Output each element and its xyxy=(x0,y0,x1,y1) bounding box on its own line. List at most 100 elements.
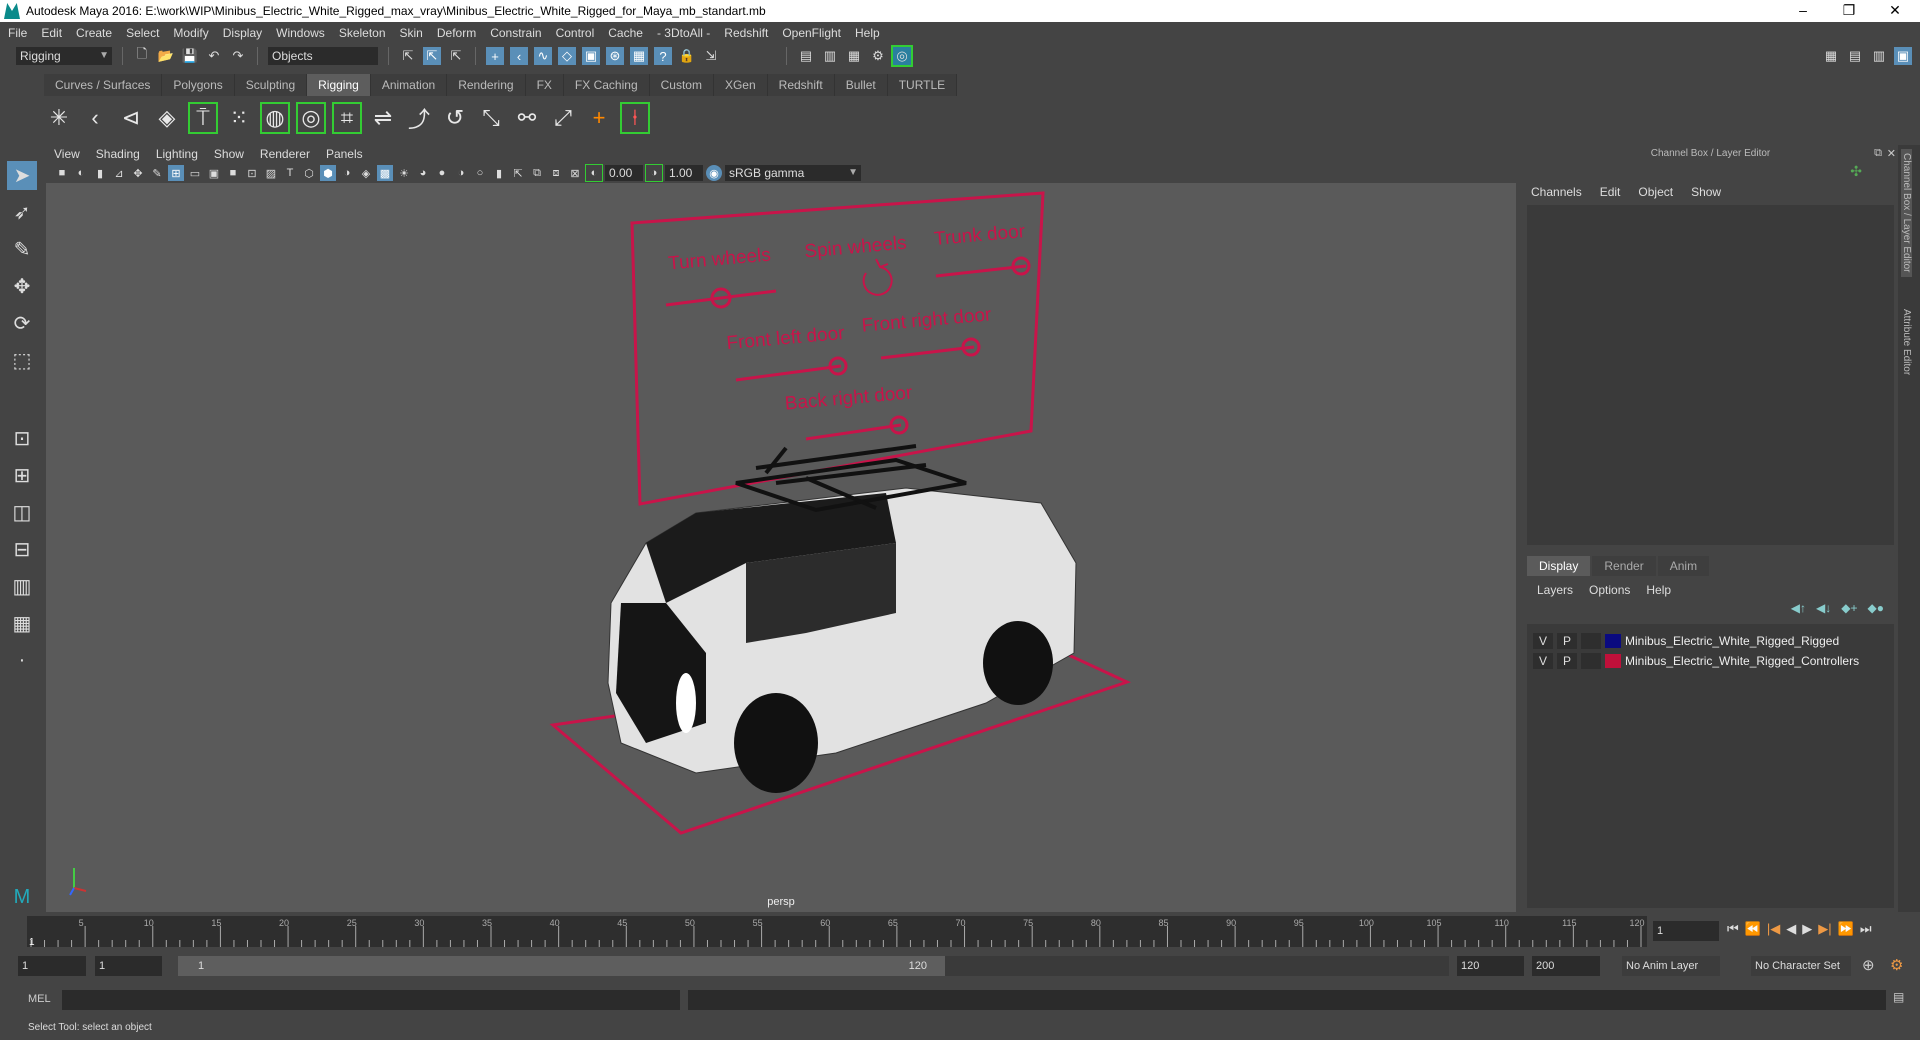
motion-blur-icon[interactable]: ◑ xyxy=(453,165,469,181)
side-tab-attribute-editor[interactable]: Attribute Editor xyxy=(1901,305,1912,379)
layer-name[interactable]: Minibus_Electric_White_Rigged_Controller… xyxy=(1625,654,1859,668)
tool-settings-toggle-icon[interactable]: ▥ xyxy=(1870,47,1888,65)
wireframe-icon[interactable]: ⬡ xyxy=(301,165,317,181)
layer-tab-render[interactable]: Render xyxy=(1592,556,1656,576)
shelf-tab[interactable]: TURTLE xyxy=(887,74,958,96)
panel-menu-lighting[interactable]: Lighting xyxy=(156,147,198,161)
modeling-toolkit-icon[interactable]: ▦ xyxy=(1822,47,1840,65)
snap-grid-icon[interactable]: + xyxy=(486,47,504,65)
view-transform-dropdown[interactable]: sRGB gamma ▼ xyxy=(725,165,861,181)
shelf-tab[interactable]: XGen xyxy=(713,74,768,96)
manipulator-icon[interactable]: ✣ xyxy=(1850,163,1862,180)
make-live-icon[interactable]: ▦ xyxy=(630,47,648,65)
camera-attributes-icon[interactable]: ◐ xyxy=(73,165,89,181)
menu-create[interactable]: Create xyxy=(76,26,112,40)
new-scene-icon[interactable]: 🗋 xyxy=(133,46,151,65)
attribute-editor-toggle-icon[interactable]: ▤ xyxy=(1846,47,1864,65)
shadows-icon[interactable]: ◕ xyxy=(415,165,431,181)
layer-row[interactable]: V P Minibus_Electric_White_Rigged_Rigged xyxy=(1533,632,1839,650)
color-management-icon[interactable]: ◉ xyxy=(706,165,722,181)
exposure-field[interactable]: 0.00 xyxy=(605,165,643,181)
shelf-tab[interactable]: Sculpting xyxy=(234,74,308,96)
menu-file[interactable]: File xyxy=(8,26,27,40)
layer-color-swatch[interactable] xyxy=(1605,634,1621,648)
grease-pencil-icon[interactable]: ✎ xyxy=(149,165,165,181)
panel-menu-panels[interactable]: Panels xyxy=(326,147,363,161)
lock-icon[interactable]: 🔒 xyxy=(678,47,696,65)
channel-box-toggle-icon[interactable]: ▣ xyxy=(1894,47,1912,65)
move-layer-up-icon[interactable]: ◀↑ xyxy=(1791,601,1806,615)
menu-edit[interactable]: Edit xyxy=(41,26,62,40)
menu-set-dropdown[interactable]: Rigging ▼ xyxy=(16,47,112,65)
shelf-tab[interactable]: Rigging xyxy=(307,74,371,96)
channel-box-menu-show[interactable]: Show xyxy=(1691,185,1721,199)
select-component-icon[interactable]: ⇱ xyxy=(447,47,465,65)
layer-row[interactable]: V P Minibus_Electric_White_Rigged_Controll… xyxy=(1533,652,1859,670)
ambient-occlusion-icon[interactable]: ● xyxy=(434,165,450,181)
menu-deform[interactable]: Deform xyxy=(437,26,476,40)
shelf-tab[interactable]: Rendering xyxy=(447,74,526,96)
resolution-gate-icon[interactable]: ▣ xyxy=(206,165,222,181)
menu-skin[interactable]: Skin xyxy=(400,26,423,40)
channel-box-menu-edit[interactable]: Edit xyxy=(1600,185,1621,199)
xray-components-icon[interactable]: ⊠ xyxy=(567,165,583,181)
select-object-icon[interactable]: ⇱ xyxy=(423,47,441,65)
menu-windows[interactable]: Windows xyxy=(276,26,325,40)
layer-menu-help[interactable]: Help xyxy=(1646,583,1671,597)
more-layouts-icon[interactable]: · xyxy=(7,646,37,675)
open-scene-icon[interactable]: 📂 xyxy=(157,47,175,65)
rotate-tool-icon[interactable]: ⟳ xyxy=(7,309,37,338)
anti-aliasing-icon[interactable]: ○ xyxy=(472,165,488,181)
save-scene-icon[interactable]: 💾 xyxy=(181,47,199,65)
redo-icon[interactable]: ↷ xyxy=(229,47,247,65)
maya-home-icon[interactable]: M xyxy=(7,883,37,912)
step-back-frame-icon[interactable]: |◀ xyxy=(1767,921,1780,937)
gamma-icon[interactable]: ◑ xyxy=(645,164,663,182)
hypershade-layout-icon[interactable]: ▦ xyxy=(7,609,37,638)
default-material-icon[interactable]: ◑ xyxy=(339,165,355,181)
script-language-label[interactable]: MEL xyxy=(28,993,51,1005)
display-type-toggle[interactable] xyxy=(1581,653,1601,669)
range-slider[interactable]: 1 120 xyxy=(178,956,945,976)
snap-center-icon[interactable]: ⊛ xyxy=(606,47,624,65)
channel-list[interactable] xyxy=(1527,205,1894,545)
shelf-tab[interactable]: Animation xyxy=(370,74,448,96)
visibility-toggle[interactable]: V xyxy=(1533,633,1553,649)
ipr-render-icon[interactable]: ▦ xyxy=(845,47,863,65)
locator-icon[interactable]: + xyxy=(584,102,614,134)
menu-redshift[interactable]: Redshift xyxy=(724,26,768,40)
ik-handle-icon[interactable]: ‹ xyxy=(80,102,110,134)
undo-icon[interactable]: ↶ xyxy=(205,47,223,65)
auto-key-icon[interactable]: ⊕ xyxy=(1862,956,1875,974)
joint-tool-icon[interactable]: ✳ xyxy=(44,102,74,134)
bind-skin-icon[interactable]: ⍑ xyxy=(188,102,218,134)
visibility-toggle[interactable]: V xyxy=(1533,653,1553,669)
minimize-button[interactable]: – xyxy=(1780,0,1826,22)
shelf-tab[interactable]: Custom xyxy=(649,74,714,96)
wireframe-on-shaded-icon[interactable]: ◈ xyxy=(358,165,374,181)
select-tool-icon[interactable]: ➤ xyxy=(7,161,37,191)
menu-3dtoall[interactable]: - 3DtoAll - xyxy=(657,26,710,40)
anim-layer-dropdown[interactable]: No Anim Layer xyxy=(1622,956,1720,976)
menu-openflight[interactable]: OpenFlight xyxy=(782,26,841,40)
exposure-icon[interactable]: ◐ xyxy=(585,164,603,182)
menu-modify[interactable]: Modify xyxy=(173,26,208,40)
step-forward-key-icon[interactable]: ⏩ xyxy=(1838,921,1854,937)
channel-box-menu-channels[interactable]: Channels xyxy=(1531,185,1582,199)
lights-icon[interactable]: ☀ xyxy=(396,165,412,181)
side-by-side-layout-icon[interactable]: ◫ xyxy=(7,498,37,527)
scale-constraint-icon[interactable]: ⤡ xyxy=(476,102,506,134)
safe-action-icon[interactable]: ▨ xyxy=(263,165,279,181)
snap-curve-icon[interactable]: ‹ xyxy=(510,47,528,65)
display-type-toggle[interactable] xyxy=(1581,633,1601,649)
3d-scene[interactable]: Turn wheels Spin wheels Trunk door Front… xyxy=(46,183,1516,912)
render-frame-icon[interactable]: ▤ xyxy=(797,47,815,65)
command-input[interactable] xyxy=(62,990,680,1010)
gate-mask-icon[interactable]: ■ xyxy=(225,165,241,181)
nonlinear-icon[interactable]: ⌗ xyxy=(332,102,362,134)
channel-box-menu-object[interactable]: Object xyxy=(1638,185,1673,199)
layer-tab-anim[interactable]: Anim xyxy=(1657,556,1710,576)
xray-icon[interactable]: ⧉ xyxy=(529,165,545,181)
menu-constrain[interactable]: Constrain xyxy=(490,26,541,40)
isolate-select-icon[interactable]: ⇱ xyxy=(510,165,526,181)
